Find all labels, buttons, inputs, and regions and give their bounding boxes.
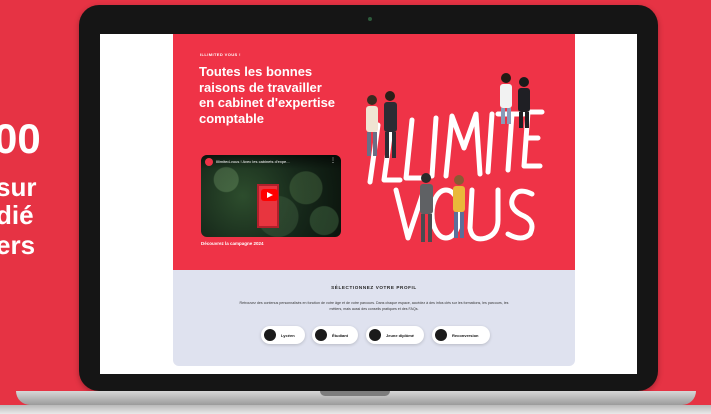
hero-banner: ILLIMITED VOUS ! Toutes les bonnes raiso…	[173, 34, 575, 270]
jeune-diplome-icon	[369, 329, 381, 341]
profile-option-label: Lycéen	[281, 332, 295, 338]
etudiant-icon	[315, 329, 327, 341]
profile-option-label: Reconversion	[452, 332, 479, 338]
illimited-vous-illustration	[366, 73, 545, 242]
floor-surface	[0, 405, 711, 414]
video-title: Illimited-vous ! Avec les cabinets d'exp…	[216, 159, 290, 164]
profile-option-lyceen[interactable]: Lycéen	[261, 326, 305, 344]
side-promo-number: 00	[0, 115, 41, 162]
laptop-base-notch	[320, 391, 390, 396]
side-promo-line-2: dié	[0, 200, 34, 230]
side-promo-line-1: sur	[0, 172, 37, 202]
youtube-play-icon[interactable]	[261, 189, 278, 201]
channel-logo-icon	[205, 158, 213, 166]
side-promo-line-3: ers	[0, 230, 36, 260]
video-player[interactable]: Illimited-vous ! Avec les cabinets d'exp…	[201, 155, 341, 237]
profile-description: Retrouvez des contenus personnalisés en …	[239, 301, 509, 311]
laptop-camera	[368, 17, 372, 21]
video-menu-icon[interactable]: ⋮	[330, 158, 336, 164]
profile-options: Lycéen Étudiant Jeune diplômé Reconversi…	[173, 326, 575, 346]
profile-title: SÉLECTIONNEZ VOTRE PROFIL	[331, 285, 417, 290]
profile-option-label: Étudiant	[332, 332, 348, 338]
laptop-screen: ILLIMITED VOUS ! Toutes les bonnes raiso…	[100, 34, 637, 374]
hero-headline: Toutes les bonnes raisons de travailler …	[199, 64, 336, 126]
profile-option-etudiant[interactable]: Étudiant	[312, 326, 358, 344]
campaign-link[interactable]: Découvrez la campagne 2024	[201, 241, 264, 246]
reconversion-icon	[435, 329, 447, 341]
profile-option-jeune-diplome[interactable]: Jeune diplômé	[366, 326, 424, 344]
profile-option-label: Jeune diplômé	[386, 332, 415, 338]
profile-option-reconversion[interactable]: Reconversion	[432, 326, 490, 344]
lyceen-icon	[264, 329, 276, 341]
hero-eyebrow: ILLIMITED VOUS !	[200, 52, 241, 57]
profile-selector: SÉLECTIONNEZ VOTRE PROFIL Retrouvez des …	[173, 270, 575, 366]
